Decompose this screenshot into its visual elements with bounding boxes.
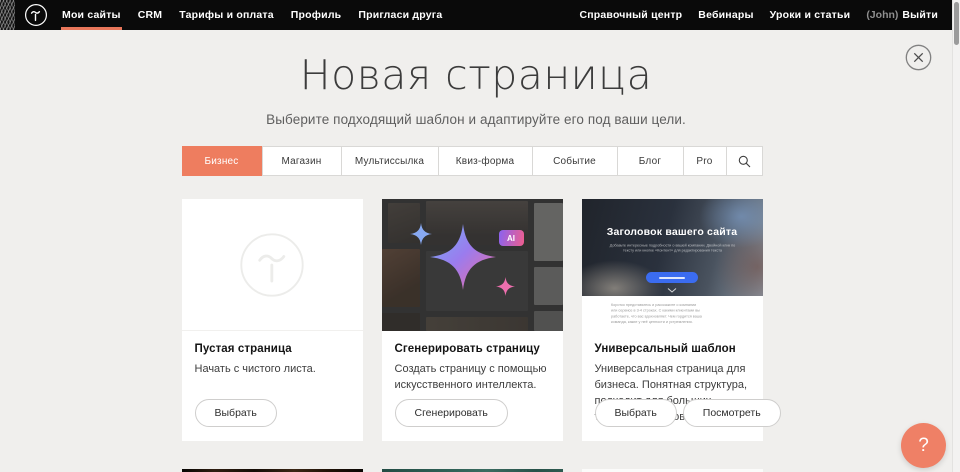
new-page-modal: Новая страница Выберите подходящий шабло… xyxy=(0,30,952,472)
ai-preview: AI xyxy=(382,199,563,331)
tab-store[interactable]: Магазин xyxy=(263,147,342,175)
tab-search[interactable] xyxy=(727,147,762,175)
tab-event[interactable]: Событие xyxy=(533,147,618,175)
blank-page-preview xyxy=(182,199,363,331)
preview-universal-button[interactable]: Посмотреть xyxy=(683,399,781,427)
template-body-text: Коротко представьтесь и расскажите о ком… xyxy=(611,302,763,325)
nav-item-lessons[interactable]: Уроки и статьи xyxy=(770,9,851,21)
card-description: Создать страницу с помощью искусственног… xyxy=(395,362,550,394)
user-logout: (John) Выйти xyxy=(866,9,938,21)
ai-sparkle-small-icon xyxy=(410,223,432,245)
card-description: Начать с чистого листа. xyxy=(195,362,350,378)
nav-item-invite-friend[interactable]: Пригласи друга xyxy=(358,0,442,30)
nav-item-crm[interactable]: CRM xyxy=(138,0,163,30)
nav-item-help-center[interactable]: Справочный центр xyxy=(579,9,682,21)
page-subtitle: Выберите подходящий шаблон и адаптируйте… xyxy=(0,112,952,127)
chevron-down-icon xyxy=(667,288,677,293)
template-card-blank[interactable]: Пустая страница Начать с чистого листа. … xyxy=(182,199,363,441)
close-button[interactable] xyxy=(905,44,932,71)
choose-universal-button[interactable]: Выбрать xyxy=(595,399,677,427)
tab-quiz-form[interactable]: Квиз-форма xyxy=(439,147,533,175)
nav-item-my-sites[interactable]: Мои сайты xyxy=(62,0,121,30)
tab-pro[interactable]: Pro xyxy=(684,147,727,175)
user-name: (John) xyxy=(866,9,898,21)
ai-sparkle-icon xyxy=(430,224,496,290)
template-category-tabs: Бизнес Магазин Мультиссылка Квиз-форма С… xyxy=(182,146,763,176)
card-title: Универсальный шаблон xyxy=(595,343,750,355)
help-icon: ? xyxy=(918,435,929,456)
nav-item-billing[interactable]: Тарифы и оплата xyxy=(179,0,274,30)
tilda-watermark-icon xyxy=(238,231,306,299)
nav-left-menu: Мои сайты CRM Тарифы и оплата Профиль Пр… xyxy=(62,0,442,30)
generate-button[interactable]: Сгенерировать xyxy=(395,399,508,427)
template-hero: Заголовок вашего сайта Добавьте интересн… xyxy=(582,199,763,296)
choose-blank-button[interactable]: Выбрать xyxy=(195,399,277,427)
top-nav: Мои сайты CRM Тарифы и оплата Профиль Пр… xyxy=(0,0,952,30)
tab-business[interactable]: Бизнес xyxy=(182,146,263,176)
ai-badge: AI xyxy=(499,230,524,246)
template-hero-heading: Заголовок вашего сайта xyxy=(582,226,763,238)
page-title: Новая страница xyxy=(0,51,952,99)
template-hero-button xyxy=(646,272,698,283)
logout-link[interactable]: Выйти xyxy=(902,9,938,21)
template-card-ai[interactable]: AI Сгенерировать страницу Создать страни… xyxy=(382,199,563,441)
window-edge-pattern xyxy=(0,0,15,30)
universal-template-preview: Заголовок вашего сайта Добавьте интересн… xyxy=(582,199,763,331)
close-icon xyxy=(905,44,932,71)
tilda-logo-icon xyxy=(24,3,48,27)
card-title: Сгенерировать страницу xyxy=(395,343,550,355)
template-body-section: Коротко представьтесь и расскажите о ком… xyxy=(582,296,763,331)
ai-sparkle-small-icon xyxy=(496,277,515,296)
nav-item-webinars[interactable]: Вебинары xyxy=(698,9,753,21)
tab-multilink[interactable]: Мультиссылка xyxy=(342,147,439,175)
card-title: Пустая страница xyxy=(195,343,350,355)
modal-content: Бизнес Магазин Мультиссылка Квиз-форма С… xyxy=(182,146,763,472)
tilda-logo[interactable] xyxy=(24,3,48,27)
nav-right-menu: Справочный центр Вебинары Уроки и статьи… xyxy=(579,9,938,21)
template-cards-row: Пустая страница Начать с чистого листа. … xyxy=(182,199,763,441)
nav-item-profile[interactable]: Профиль xyxy=(291,0,342,30)
search-icon xyxy=(738,155,751,168)
tab-blog[interactable]: Блог xyxy=(618,147,684,175)
template-hero-subtext: Добавьте интересные подробности о вашей … xyxy=(582,243,763,253)
scrollbar[interactable] xyxy=(952,0,960,472)
template-card-universal[interactable]: Заголовок вашего сайта Добавьте интересн… xyxy=(582,199,763,441)
scrollbar-thumb[interactable] xyxy=(954,2,959,45)
help-button[interactable]: ? xyxy=(901,423,946,468)
